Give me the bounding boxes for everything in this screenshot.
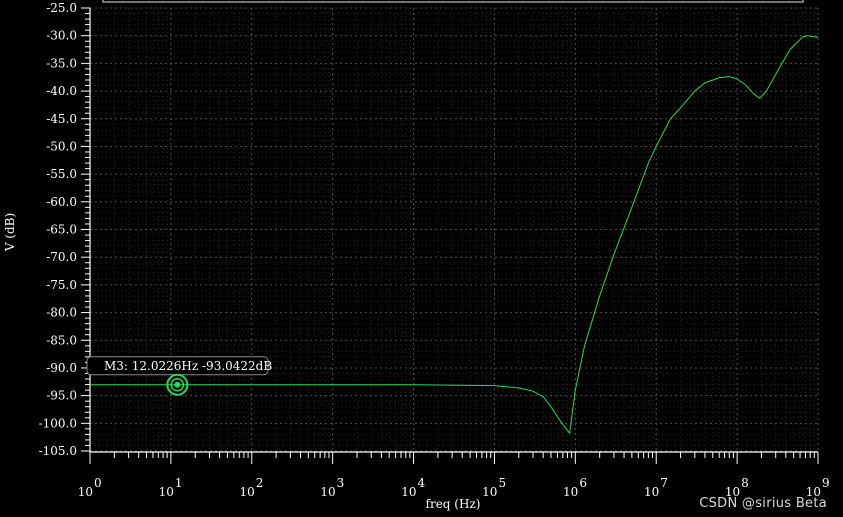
x-tick-label-exponent: 2 xyxy=(256,476,264,490)
y-tick-label: -100.0 xyxy=(39,416,77,430)
y-tick-label: -35.0 xyxy=(46,56,77,70)
x-tick-label-exponent: 1 xyxy=(175,476,183,490)
x-tick-label-exponent: 3 xyxy=(337,476,345,490)
x-tick-label-base: 10 xyxy=(482,485,497,499)
x-tick-label-exponent: 7 xyxy=(660,476,668,490)
x-tick-label-exponent: 5 xyxy=(498,476,506,490)
y-tick-label: -30.0 xyxy=(46,29,77,43)
y-tick-label: -95.0 xyxy=(46,389,77,403)
y-tick-label: -90.0 xyxy=(46,361,77,375)
x-tick-label-exponent: 8 xyxy=(741,476,749,490)
x-tick-label-exponent: 0 xyxy=(94,476,102,490)
x-tick-label-base: 10 xyxy=(78,485,93,499)
x-tick-label-exponent: 4 xyxy=(418,476,426,490)
watermark: CSDN @sirius Beta xyxy=(699,496,827,511)
x-tick-label-base: 10 xyxy=(320,485,335,499)
y-tick-label: -70.0 xyxy=(46,250,77,264)
y-tick-label: -60.0 xyxy=(46,195,77,209)
y-tick-label: -80.0 xyxy=(46,306,77,320)
y-axis-title: V (dB) xyxy=(3,213,17,252)
marker-label: M3: 12.0226Hz -93.0422dB xyxy=(104,359,272,373)
x-tick-label-base: 10 xyxy=(563,485,578,499)
x-tick-label-exponent: 6 xyxy=(579,476,587,490)
x-tick-label-base: 10 xyxy=(159,485,174,499)
y-tick-label: -65.0 xyxy=(46,223,77,237)
y-tick-label: -105.0 xyxy=(39,444,77,458)
marker-point xyxy=(174,381,181,388)
y-tick-label: -75.0 xyxy=(46,278,77,292)
y-tick-label: -25.0 xyxy=(46,1,77,15)
x-tick-label-base: 10 xyxy=(644,485,659,499)
top-panel-edge xyxy=(102,0,804,3)
x-axis-title: freq (Hz) xyxy=(426,497,481,511)
y-tick-label: -45.0 xyxy=(46,112,77,126)
x-tick-label-exponent: 9 xyxy=(822,476,830,490)
x-tick-label-base: 10 xyxy=(239,485,254,499)
y-tick-label: -50.0 xyxy=(46,139,77,153)
y-tick-label: -55.0 xyxy=(46,167,77,181)
bode-plot: -25.0 -30.0 -35.0 -40.0 -45.0 -50.0 -55.0 -60.0… xyxy=(0,0,843,517)
x-tick-label-base: 10 xyxy=(401,485,416,499)
y-tick-label: -40.0 xyxy=(46,84,77,98)
y-tick-label: -85.0 xyxy=(46,333,77,347)
